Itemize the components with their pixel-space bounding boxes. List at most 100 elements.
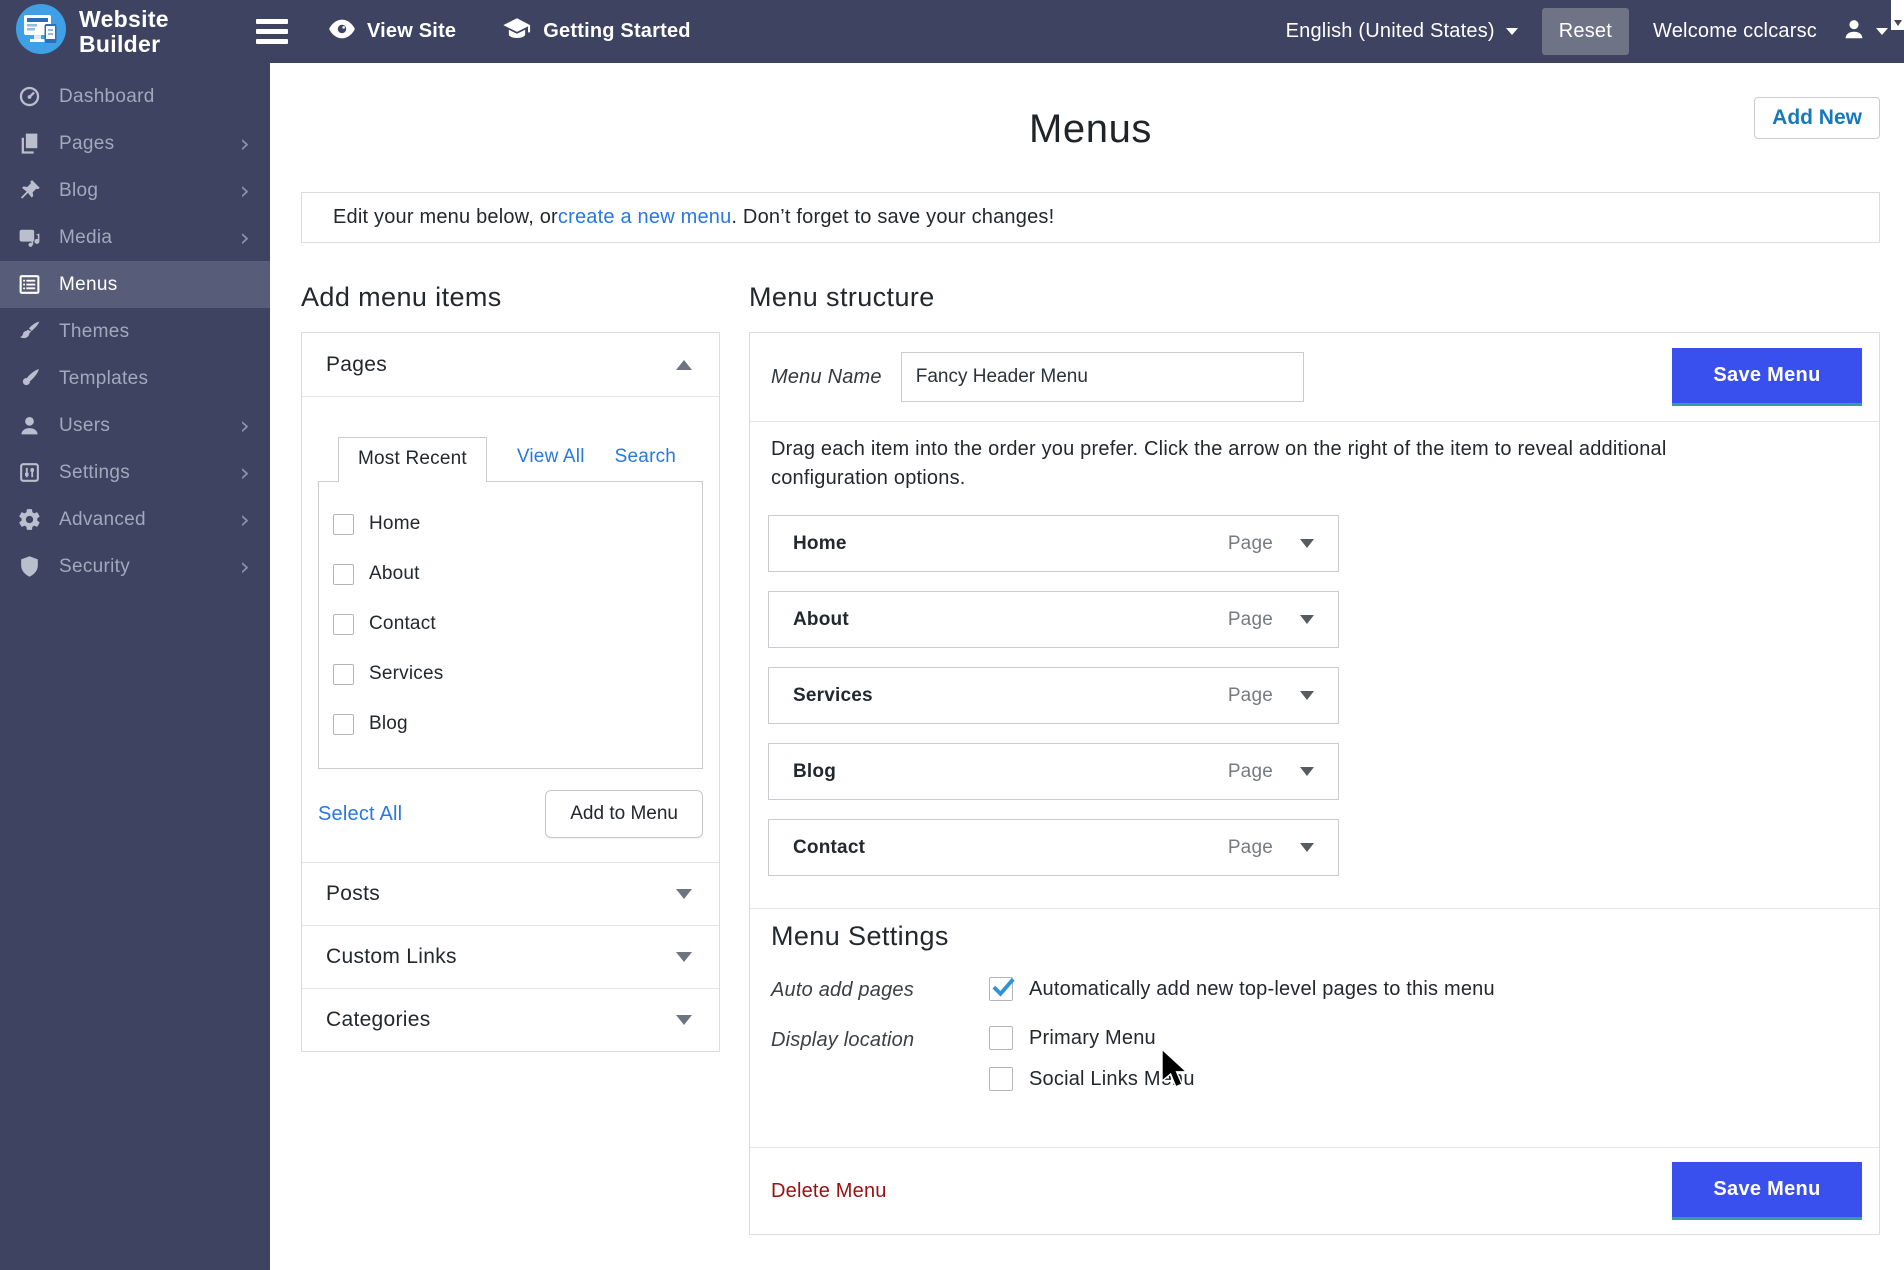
accordion-custom-links[interactable]: Custom Links xyxy=(302,925,719,988)
delete-menu-link[interactable]: Delete Menu xyxy=(771,1180,887,1203)
sidebar-item-templates[interactable]: Templates xyxy=(0,355,270,402)
menu-item-type: Page xyxy=(1228,685,1273,707)
language-label: English (United States) xyxy=(1286,20,1495,43)
menu-item-type: Page xyxy=(1228,609,1273,631)
display-location-label: Display location xyxy=(771,1026,989,1091)
checkbox-icon[interactable] xyxy=(333,564,354,585)
sidebar-item-media[interactable]: Media › xyxy=(0,214,270,261)
chevron-down-icon xyxy=(676,952,692,962)
checkbox-checked-icon[interactable] xyxy=(989,977,1013,1001)
user-icon xyxy=(1841,16,1867,47)
user-menu[interactable] xyxy=(1841,16,1888,47)
sidebar-item-advanced[interactable]: Advanced › xyxy=(0,496,270,543)
accordion-label: Pages xyxy=(326,353,387,377)
accordion-posts[interactable]: Posts xyxy=(302,862,719,925)
menu-item-row-contact[interactable]: Contact Page xyxy=(768,819,1339,876)
social-links-menu-option[interactable]: Social Links Menu xyxy=(989,1067,1195,1091)
view-site-label: View Site xyxy=(367,20,456,43)
pages-accordion-body: Most Recent View All Search Home A xyxy=(302,396,719,862)
add-menu-items-section: Add menu items Pages Most Recent View Al… xyxy=(301,282,720,1052)
page-checkbox-row-blog[interactable]: Blog xyxy=(333,699,702,749)
save-menu-button-top[interactable]: Save Menu xyxy=(1672,348,1862,406)
checkbox-label: Services xyxy=(369,663,443,685)
sidebar-item-security[interactable]: Security › xyxy=(0,543,270,590)
menu-structure-section: Menu structure Menu Name Save Menu Drag … xyxy=(749,282,1880,1235)
location-label: Social Links Menu xyxy=(1029,1068,1195,1091)
app-logo[interactable]: Website Builder xyxy=(0,3,250,60)
tab-search[interactable]: Search xyxy=(615,446,676,481)
tab-most-recent[interactable]: Most Recent xyxy=(338,437,487,482)
checkbox-label: Contact xyxy=(369,613,436,635)
checkbox-icon[interactable] xyxy=(333,664,354,685)
accordion-pages[interactable]: Pages xyxy=(302,333,719,396)
menu-item-row-about[interactable]: About Page xyxy=(768,591,1339,648)
menu-toggle-button[interactable] xyxy=(252,15,292,48)
reset-button[interactable]: Reset xyxy=(1542,8,1629,55)
checkbox-icon[interactable] xyxy=(989,1067,1013,1091)
menu-item-row-services[interactable]: Services Page xyxy=(768,667,1339,724)
website-builder-logo-icon xyxy=(15,3,67,60)
select-all-link[interactable]: Select All xyxy=(318,803,402,826)
menu-item-label: Services xyxy=(793,685,873,707)
primary-menu-option[interactable]: Primary Menu xyxy=(989,1026,1195,1050)
auto-add-option-label: Automatically add new top-level pages to… xyxy=(1029,978,1495,1001)
sidebar-item-pages[interactable]: Pages › xyxy=(0,120,270,167)
chevron-right-icon: › xyxy=(240,131,250,156)
sidebar-item-label: Users xyxy=(59,415,110,437)
language-selector[interactable]: English (United States) xyxy=(1286,20,1518,43)
tab-view-all[interactable]: View All xyxy=(517,446,585,481)
menu-structure-panel: Menu Name Save Menu Drag each item into … xyxy=(749,332,1880,1235)
sidebar: Dashboard Pages › Blog › Media xyxy=(0,63,270,1270)
getting-started-link[interactable]: Getting Started xyxy=(502,17,690,47)
auto-add-pages-label: Auto add pages xyxy=(771,976,989,1002)
menu-name-input[interactable] xyxy=(901,352,1304,402)
checkbox-icon[interactable] xyxy=(989,1026,1013,1050)
menu-name-label: Menu Name xyxy=(771,366,882,389)
page-checkbox-row-about[interactable]: About xyxy=(333,549,702,599)
chevron-down-icon[interactable] xyxy=(1300,767,1314,776)
location-label: Primary Menu xyxy=(1029,1027,1156,1050)
sidebar-item-menus[interactable]: Menus xyxy=(0,261,270,308)
create-new-menu-link[interactable]: create a new menu xyxy=(558,206,732,229)
view-site-link[interactable]: View Site xyxy=(328,18,456,46)
accordion-label: Posts xyxy=(326,882,380,906)
sidebar-item-blog[interactable]: Blog › xyxy=(0,167,270,214)
checkbox-icon[interactable] xyxy=(333,514,354,535)
accordion-label: Categories xyxy=(326,1008,431,1032)
add-menu-items-heading: Add menu items xyxy=(301,282,720,313)
checkbox-icon[interactable] xyxy=(333,714,354,735)
add-to-menu-button[interactable]: Add to Menu xyxy=(545,790,703,838)
chevron-right-icon: › xyxy=(240,225,250,250)
chevron-down-icon[interactable] xyxy=(1300,843,1314,852)
page-checkbox-row-home[interactable]: Home xyxy=(333,499,702,549)
chevron-down-icon[interactable] xyxy=(1300,691,1314,700)
menu-item-row-blog[interactable]: Blog Page xyxy=(768,743,1339,800)
sidebar-item-label: Pages xyxy=(59,133,114,155)
pages-tabs: Most Recent View All Search xyxy=(318,437,703,481)
page-checkbox-row-services[interactable]: Services xyxy=(333,649,702,699)
save-menu-button-bottom[interactable]: Save Menu xyxy=(1672,1162,1862,1220)
page-checkbox-row-contact[interactable]: Contact xyxy=(333,599,702,649)
menu-item-label: Home xyxy=(793,533,847,555)
pages-checklist: Home About Contact xyxy=(318,481,703,769)
chevron-down-icon xyxy=(1876,28,1888,35)
settings-icon xyxy=(17,460,42,485)
pages-icon xyxy=(17,131,42,156)
auto-add-pages-option[interactable]: Automatically add new top-level pages to… xyxy=(989,976,1495,1002)
sidebar-item-themes[interactable]: Themes xyxy=(0,308,270,355)
chevron-down-icon[interactable] xyxy=(1300,539,1314,548)
sidebar-item-dashboard[interactable]: Dashboard xyxy=(0,73,270,120)
menu-item-row-home[interactable]: Home Page xyxy=(768,515,1339,572)
accordion-categories[interactable]: Categories xyxy=(302,988,719,1051)
chevron-down-icon[interactable] xyxy=(1300,615,1314,624)
checkbox-icon[interactable] xyxy=(333,614,354,635)
chevron-right-icon: › xyxy=(240,460,250,485)
chevron-right-icon: › xyxy=(240,178,250,203)
sidebar-item-users[interactable]: Users › xyxy=(0,402,270,449)
sidebar-item-settings[interactable]: Settings › xyxy=(0,449,270,496)
menus-icon xyxy=(17,272,42,297)
add-new-button[interactable]: Add New xyxy=(1754,97,1880,139)
welcome-text: Welcome cclcarsc xyxy=(1653,20,1817,43)
check-icon xyxy=(989,972,1018,1001)
menu-items-list: Home Page About Page xyxy=(750,492,1879,876)
